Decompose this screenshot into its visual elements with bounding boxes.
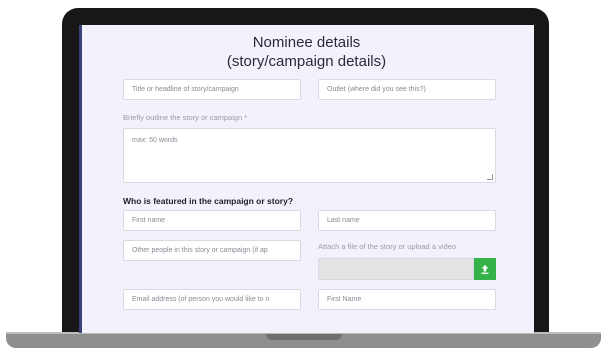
file-upload-field[interactable] [318, 258, 474, 280]
form-title: Nominee details (story/campaign details) [79, 33, 534, 71]
first-name2-input[interactable]: First Name [318, 289, 496, 310]
email-input[interactable]: Email address (of person you would like … [123, 289, 301, 310]
first-name-input[interactable]: First name [123, 210, 301, 231]
upload-icon [481, 264, 489, 274]
upload-button[interactable] [474, 258, 496, 280]
screen-left-edge [79, 25, 82, 333]
outlet-input[interactable]: Outlet (where did you see this?) [318, 79, 496, 100]
form-title-line1: Nominee details [252, 34, 361, 51]
headline-input[interactable]: Title or headline of story/campaign [123, 79, 301, 100]
first-name-placeholder: First name [132, 217, 166, 224]
other-people-input[interactable]: Other people in this story or campaign (… [123, 240, 301, 261]
last-name-input[interactable]: Last name [318, 210, 496, 231]
outline-label: Briefly outline the story or campaign * [123, 113, 248, 122]
outline-placeholder: max: 50 words [132, 137, 178, 144]
last-name-placeholder: Last name [327, 217, 360, 224]
other-people-placeholder: Other people in this story or campaign (… [132, 247, 268, 254]
outline-textarea[interactable]: max: 50 words [123, 128, 496, 183]
resize-handle-icon[interactable] [487, 174, 493, 180]
laptop-mockup: Nominee details (story/campaign details)… [0, 0, 601, 354]
headline-placeholder: Title or headline of story/campaign [132, 86, 239, 93]
form-title-line2: (story/campaign details) [226, 53, 387, 70]
outlet-placeholder: Outlet (where did you see this?) [327, 86, 426, 93]
featured-heading: Who is featured in the campaign or story… [123, 196, 294, 206]
laptop-screen: Nominee details (story/campaign details)… [79, 25, 534, 333]
laptop-notch [266, 334, 342, 340]
email-placeholder: Email address (of person you would like … [132, 296, 270, 303]
first-name2-placeholder: First Name [327, 296, 362, 303]
attach-label: Attach a file of the story or upload a v… [318, 242, 456, 251]
